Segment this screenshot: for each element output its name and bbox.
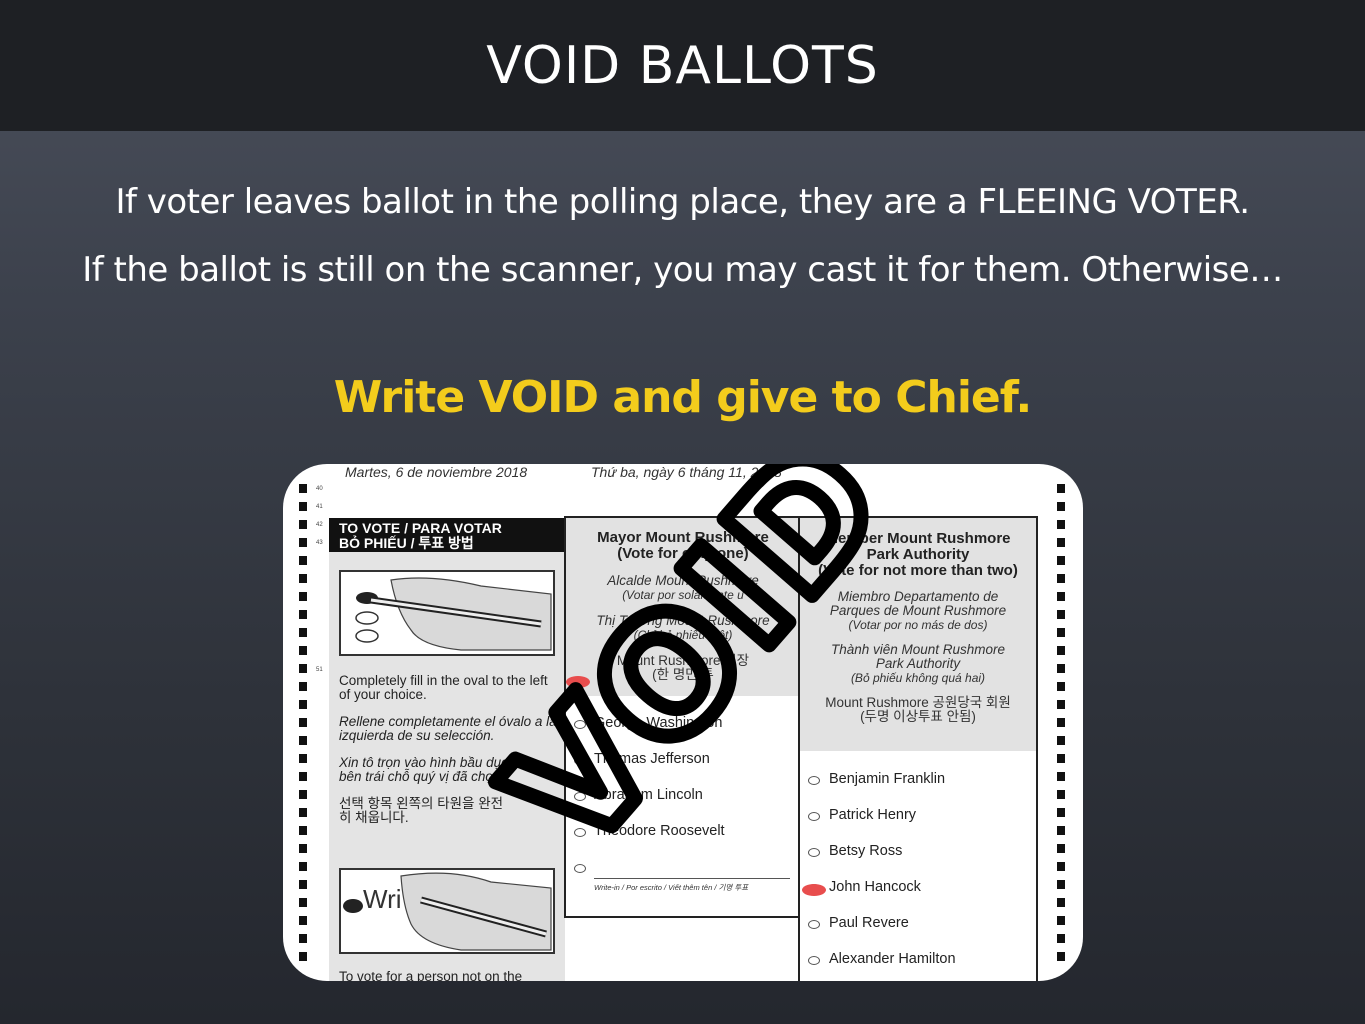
void-instruction-callout: Write VOID and give to Chief.	[333, 372, 1032, 423]
scanner-text: If the ballot is still on the scanner, y…	[82, 250, 1283, 290]
title-bar: VOID BALLOTS	[0, 0, 1365, 131]
void-handwriting: VOID	[463, 464, 930, 891]
ballot-image: Martes, 6 de noviembre 2018 Thứ ba, ngày…	[283, 464, 1083, 981]
void-text: VOID	[471, 464, 923, 884]
fleeing-voter-text: If voter leaves ballot in the polling pl…	[115, 182, 1250, 222]
slide-title: VOID BALLOTS	[486, 35, 879, 96]
